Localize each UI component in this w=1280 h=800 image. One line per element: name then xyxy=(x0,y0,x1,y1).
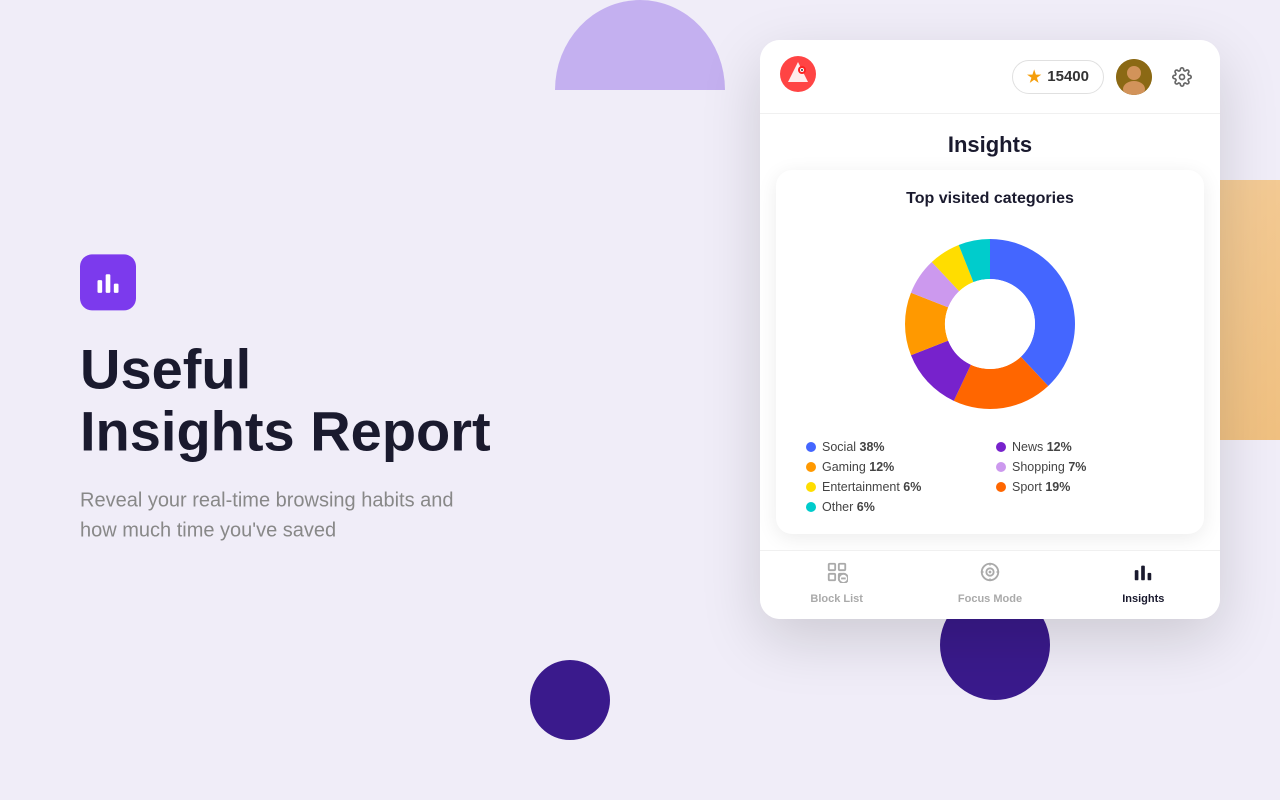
decorative-blob-bottom-left xyxy=(530,660,610,740)
app-logo xyxy=(780,56,816,97)
legend-dot xyxy=(996,482,1006,492)
main-heading: Useful Insights Report xyxy=(80,338,491,461)
settings-button[interactable] xyxy=(1164,59,1200,95)
bottom-nav: Block List Focus Mode xyxy=(760,550,1220,619)
legend-label: Shopping 7% xyxy=(1012,460,1086,474)
legend-item: News 12% xyxy=(996,440,1174,454)
block-list-icon xyxy=(826,561,848,589)
insights-nav-icon xyxy=(1132,561,1154,589)
user-avatar[interactable] xyxy=(1116,59,1152,95)
legend-item: Entertainment 6% xyxy=(806,480,984,494)
points-value: 15400 xyxy=(1047,68,1089,85)
product-icon-badge xyxy=(80,254,136,310)
legend-label: Other 6% xyxy=(822,500,875,514)
nav-label-block-list: Block List xyxy=(810,593,863,605)
legend-label: Social 38% xyxy=(822,440,885,454)
focus-mode-icon xyxy=(979,561,1001,589)
legend-item: Gaming 12% xyxy=(806,460,984,474)
legend-item: Other 6% xyxy=(806,500,984,514)
legend-dot xyxy=(806,502,816,512)
header-right: ★ 15400 xyxy=(1012,59,1200,95)
browser-mockup: ★ 15400 Insights Top visited ca xyxy=(760,40,1220,619)
left-content-section: Useful Insights Report Reveal your real-… xyxy=(80,254,491,545)
legend-label: Sport 19% xyxy=(1012,480,1070,494)
nav-item-insights[interactable]: Insights xyxy=(1067,561,1220,605)
insights-card: Top visited categories Social 38% News 1… xyxy=(776,170,1204,534)
decorative-blob-top xyxy=(555,0,725,90)
legend-item: Sport 19% xyxy=(996,480,1174,494)
points-badge: ★ 15400 xyxy=(1012,60,1104,94)
chart-container xyxy=(796,224,1184,424)
browser-header: ★ 15400 xyxy=(760,40,1220,114)
legend-dot xyxy=(806,442,816,452)
nav-item-focus-mode[interactable]: Focus Mode xyxy=(913,561,1066,605)
legend-label: Gaming 12% xyxy=(822,460,894,474)
bar-chart-icon xyxy=(94,268,122,296)
page-title-bar: Insights xyxy=(760,114,1220,170)
chart-legend: Social 38% News 12% Gaming 12% Shopping … xyxy=(796,440,1184,514)
legend-dot xyxy=(996,442,1006,452)
nav-label-insights: Insights xyxy=(1122,593,1164,605)
legend-dot xyxy=(806,482,816,492)
legend-dot xyxy=(996,462,1006,472)
legend-dot xyxy=(806,462,816,472)
legend-item: Shopping 7% xyxy=(996,460,1174,474)
legend-item: Social 38% xyxy=(806,440,984,454)
nav-item-block-list[interactable]: Block List xyxy=(760,561,913,605)
legend-label: Entertainment 6% xyxy=(822,480,921,494)
star-icon: ★ xyxy=(1027,67,1041,87)
subtitle-text: Reveal your real-time browsing habits an… xyxy=(80,486,460,546)
legend-label: News 12% xyxy=(1012,440,1072,454)
donut-chart xyxy=(890,224,1090,424)
nav-label-focus-mode: Focus Mode xyxy=(958,593,1022,605)
page-title: Insights xyxy=(780,132,1200,158)
card-title: Top visited categories xyxy=(796,190,1184,208)
